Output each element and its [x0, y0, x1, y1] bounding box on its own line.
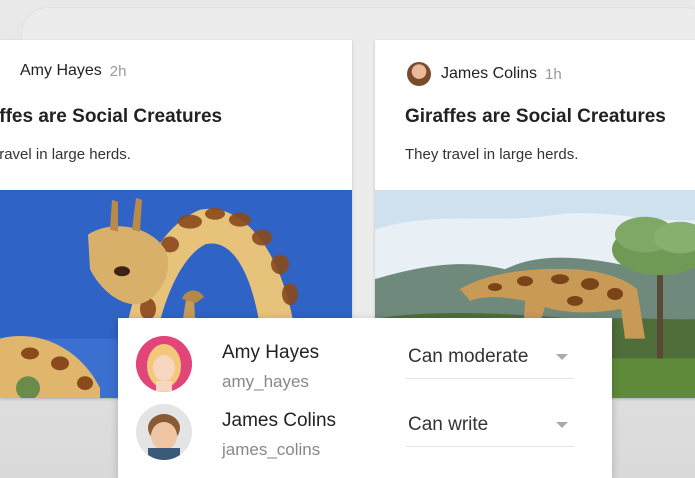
post-timestamp: 2h	[109, 62, 127, 80]
role-dropdown-value: Can moderate	[408, 346, 529, 367]
role-dropdown[interactable]: Can moderate	[406, 342, 574, 379]
author-avatar[interactable]	[407, 62, 431, 86]
post-title: iffes are Social Creatures	[0, 106, 223, 127]
member-username: james_colins	[222, 440, 321, 459]
post-header: Amy Hayes 2h iffes are Social Creatures …	[0, 40, 352, 190]
dropdown-caret-icon	[556, 354, 568, 360]
post-timestamp: 1h	[545, 65, 562, 83]
role-dropdown[interactable]: Can write	[406, 410, 574, 447]
member-permissions-panel: Amy Hayes amy_hayes Can moderate James C…	[118, 318, 612, 478]
post-body: They travel in large herds.	[405, 146, 579, 163]
dropdown-caret-icon	[556, 422, 568, 428]
member-username: amy_hayes	[222, 372, 309, 391]
member-avatar[interactable]	[136, 404, 192, 460]
role-dropdown-value: Can write	[408, 414, 489, 435]
post-author-name[interactable]: James Colins	[441, 65, 537, 83]
member-row[interactable]: James Colins james_colins Can write	[118, 402, 612, 472]
member-name: Amy Hayes	[222, 342, 320, 363]
post-author-name[interactable]: Amy Hayes	[20, 62, 102, 80]
member-row[interactable]: Amy Hayes amy_hayes Can moderate	[118, 332, 612, 402]
post-body: ' travel in large herds.	[0, 146, 131, 163]
post-header: James Colins 1h Giraffes are Social Crea…	[375, 40, 695, 190]
member-name: James Colins	[222, 410, 337, 431]
post-author-row: James Colins 1h	[407, 62, 562, 86]
member-avatar[interactable]	[136, 336, 192, 392]
post-author-row: Amy Hayes 2h	[20, 62, 126, 80]
post-title: Giraffes are Social Creatures	[405, 106, 666, 127]
